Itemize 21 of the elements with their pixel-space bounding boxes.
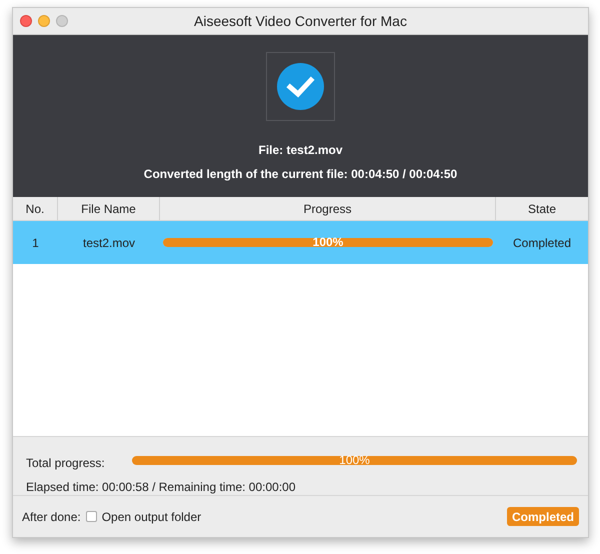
table-cell-text: 1 [31, 234, 40, 252]
checkmark-icon [277, 63, 324, 110]
table-cell-text: Completed [512, 234, 572, 252]
table-row[interactable]: 1 test2.mov 100% Completed [13, 221, 588, 264]
open-folder-checkbox[interactable]: Open output folder [86, 508, 202, 526]
column-header[interactable]: No. [13, 197, 58, 220]
minimize-icon[interactable] [38, 15, 50, 27]
converted-length: Converted length of the current file: 00:04:50 / 00:04:50 [144, 166, 458, 183]
window-title: Aiseesoft Video Converter for Mac [194, 12, 407, 30]
after-done-label: After done: [22, 508, 81, 526]
close-icon[interactable] [20, 15, 32, 27]
file-label: File: test2.mov [258, 142, 343, 159]
column-header[interactable]: Progress [160, 197, 496, 220]
time-label: Elapsed time: 00:00:58 / Remaining time: 00:00:00 [26, 479, 296, 496]
total-progress-label: Total progress: [26, 455, 106, 472]
column-header[interactable]: State [496, 197, 588, 220]
zoom-icon[interactable] [56, 15, 68, 27]
progress-text: 100% [339, 452, 370, 468]
progress-text: 100% [312, 235, 344, 250]
column-header[interactable]: File Name [58, 197, 160, 220]
table-cell-text: test2.mov [82, 234, 136, 252]
